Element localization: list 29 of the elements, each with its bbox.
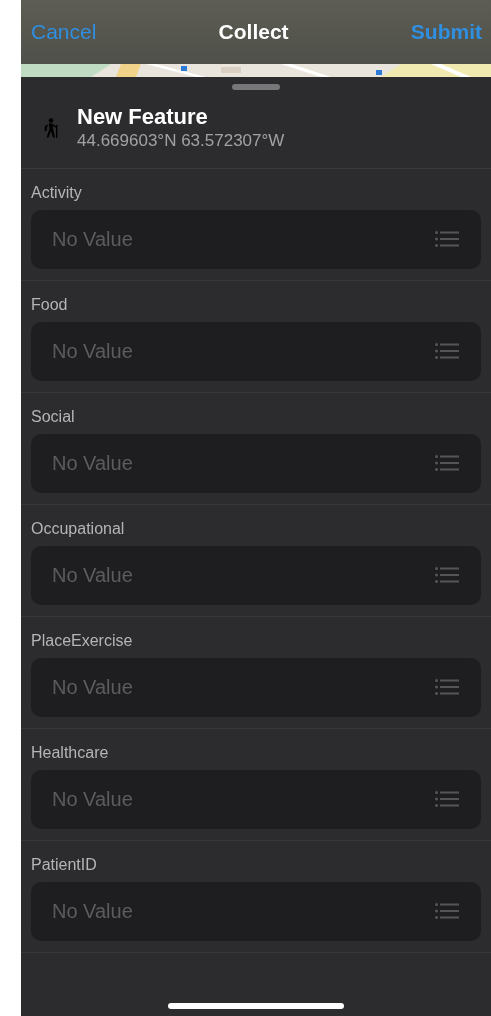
field-label: Food	[31, 295, 69, 315]
list-icon	[435, 791, 459, 807]
choice-field[interactable]: No Value	[31, 770, 481, 829]
choice-field[interactable]: No Value	[31, 546, 481, 605]
submit-button[interactable]: Submit	[410, 20, 482, 44]
choice-field[interactable]: No Value	[31, 322, 481, 381]
field-label: Occupational	[31, 519, 126, 539]
drag-handle[interactable]	[232, 84, 280, 90]
list-icon	[435, 231, 459, 247]
feature-title: New Feature	[77, 104, 209, 130]
cancel-button[interactable]: Cancel	[31, 20, 97, 44]
choice-field[interactable]: No Value	[31, 658, 481, 717]
field-label: Social	[31, 407, 76, 427]
field-label: Healthcare	[31, 743, 110, 763]
feature-coordinates: 44.669603°N 63.572307°W	[77, 130, 285, 152]
list-icon	[435, 679, 459, 695]
choice-field[interactable]: No Value	[31, 434, 481, 493]
screen-title: Collect	[218, 20, 289, 44]
field-label: PlaceExercise	[31, 631, 134, 651]
list-icon	[435, 903, 459, 919]
list-icon	[435, 455, 459, 471]
choice-field[interactable]: No Value	[31, 210, 481, 269]
choice-field[interactable]: No Value	[31, 882, 481, 941]
field-label: PatientID	[31, 855, 98, 875]
field-label: Activity	[31, 183, 83, 203]
hiker-icon	[43, 118, 59, 138]
list-icon	[435, 343, 459, 359]
home-indicator[interactable]	[168, 1003, 344, 1009]
list-icon	[435, 567, 459, 583]
